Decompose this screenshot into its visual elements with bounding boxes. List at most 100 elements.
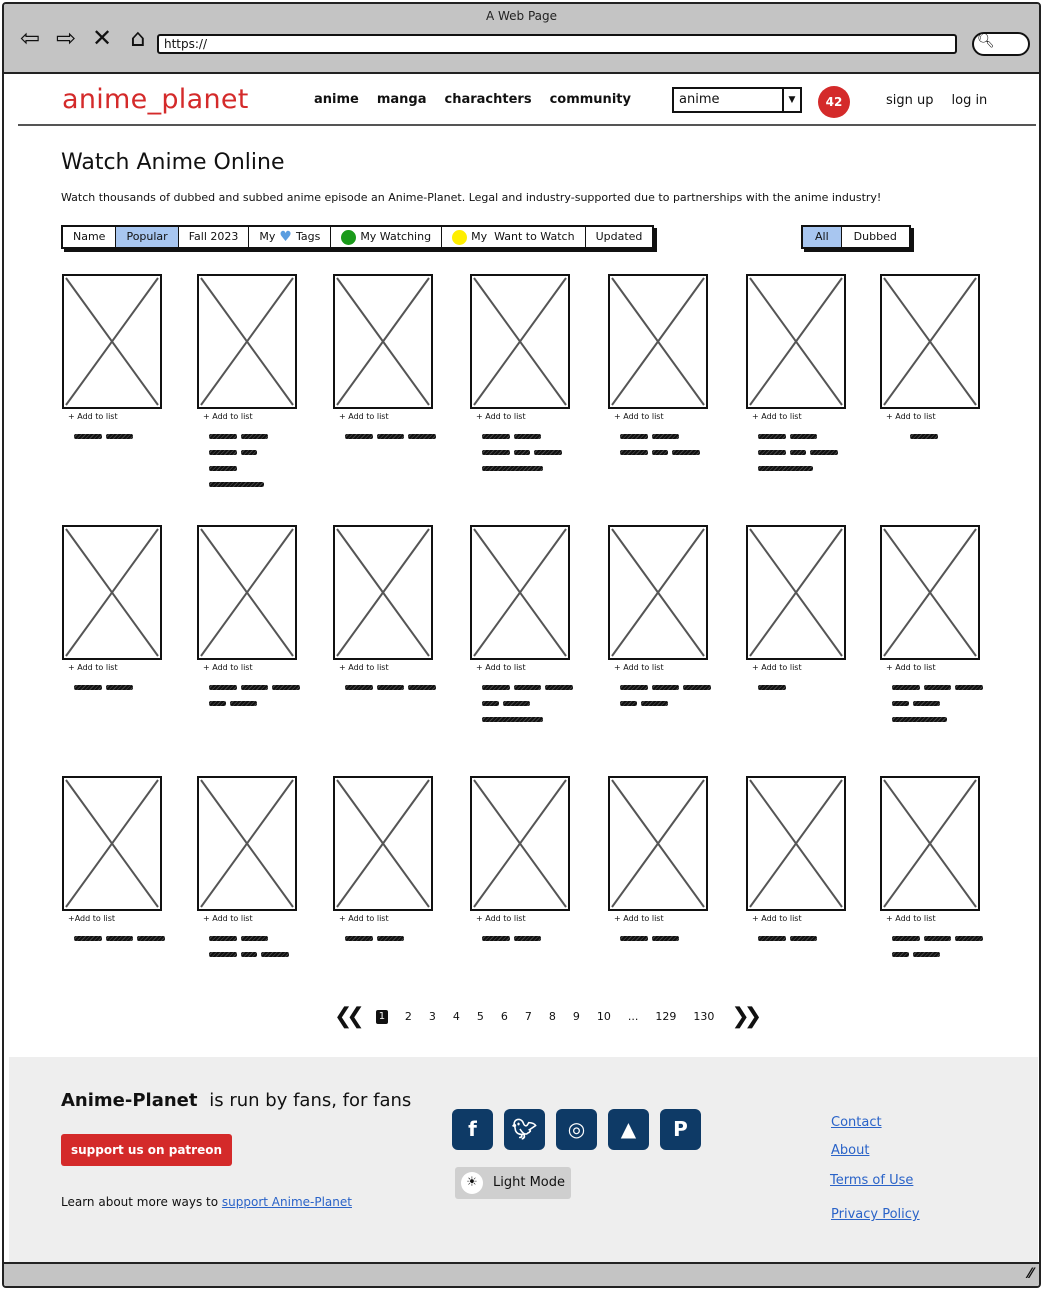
poster-image-placeholder[interactable]	[333, 776, 433, 911]
anime-card[interactable]: + Add to list	[470, 525, 573, 728]
anime-card[interactable]: + Add to list	[746, 274, 846, 477]
anime-card[interactable]: + Add to list	[197, 776, 297, 963]
add-to-list-button[interactable]: +Add to list	[62, 914, 162, 923]
poster-image-placeholder[interactable]	[470, 776, 570, 911]
nav-characters[interactable]: charachters	[445, 92, 532, 107]
anime-card[interactable]: + Add to list	[333, 776, 433, 947]
add-to-list-button[interactable]: + Add to list	[62, 663, 162, 672]
anime-card[interactable]: + Add to list	[62, 274, 162, 445]
poster-image-placeholder[interactable]	[746, 525, 846, 660]
poster-image-placeholder[interactable]	[880, 274, 980, 409]
add-to-list-button[interactable]: + Add to list	[470, 663, 570, 672]
paypal-icon[interactable]: P	[660, 1109, 701, 1150]
anime-card[interactable]: + Add to list	[62, 525, 162, 696]
add-to-list-button[interactable]: + Add to list	[746, 412, 846, 421]
privacy-link[interactable]: Privacy Policy	[831, 1207, 920, 1222]
tab-fall-2023[interactable]: Fall 2023	[179, 227, 250, 247]
support-link[interactable]: support Anime-Planet	[222, 1195, 352, 1209]
add-to-list-button[interactable]: + Add to list	[197, 914, 297, 923]
poster-image-placeholder[interactable]	[608, 274, 708, 409]
page-link[interactable]: 8	[549, 1010, 556, 1023]
page-link[interactable]: 9	[573, 1010, 580, 1023]
anime-card[interactable]: + Add to list	[333, 274, 436, 445]
poster-image-placeholder[interactable]	[197, 274, 297, 409]
poster-image-placeholder[interactable]	[746, 776, 846, 911]
anime-card[interactable]: + Add to list	[470, 776, 570, 947]
anime-card[interactable]: + Add to list	[608, 274, 708, 461]
tab-want-to-watch[interactable]: My Want to Watch	[442, 227, 586, 247]
browser-search-button[interactable]: 🔍︎	[972, 32, 1030, 56]
android-icon[interactable]: ▲	[608, 1109, 649, 1150]
contact-link[interactable]: Contact	[831, 1115, 882, 1130]
tab-my-tags[interactable]: My ♥ Tags	[249, 227, 332, 247]
about-link[interactable]: About	[831, 1143, 869, 1158]
poster-image-placeholder[interactable]	[197, 776, 297, 911]
poster-image-placeholder[interactable]	[880, 776, 980, 911]
home-icon[interactable]: ⌂	[124, 24, 152, 52]
poster-image-placeholder[interactable]	[62, 776, 162, 911]
page-link[interactable]: 5	[477, 1010, 484, 1023]
anime-card[interactable]: + Add to list	[333, 525, 436, 696]
terms-link[interactable]: Terms of Use	[830, 1173, 913, 1188]
patreon-button[interactable]: support us on patreon	[61, 1134, 232, 1166]
resize-handle-icon[interactable]: ⁄⁄	[1028, 1266, 1033, 1282]
poster-image-placeholder[interactable]	[62, 525, 162, 660]
page-link[interactable]: 6	[501, 1010, 508, 1023]
anime-card[interactable]: + Add to list	[880, 274, 980, 445]
facebook-icon[interactable]: f	[452, 1109, 493, 1150]
anime-card[interactable]: + Add to list	[880, 776, 983, 963]
add-to-list-button[interactable]: + Add to list	[333, 412, 433, 421]
page-link[interactable]: 7	[525, 1010, 532, 1023]
poster-image-placeholder[interactable]	[333, 274, 433, 409]
anime-card[interactable]: + Add to list	[880, 525, 983, 728]
page-current[interactable]: 1	[375, 1009, 388, 1024]
poster-image-placeholder[interactable]	[880, 525, 980, 660]
add-to-list-button[interactable]: + Add to list	[880, 914, 980, 923]
add-to-list-button[interactable]: + Add to list	[608, 412, 708, 421]
anime-card[interactable]: + Add to list	[197, 525, 300, 712]
page-link[interactable]: 3	[429, 1010, 436, 1023]
nav-community[interactable]: community	[550, 92, 631, 107]
add-to-list-button[interactable]: + Add to list	[470, 412, 570, 421]
nav-anime[interactable]: anime	[314, 92, 359, 107]
add-to-list-button[interactable]: + Add to list	[333, 663, 433, 672]
anime-card[interactable]: + Add to list	[470, 274, 570, 477]
toggle-all[interactable]: All	[803, 227, 842, 247]
page-link[interactable]: 4	[453, 1010, 460, 1023]
anime-card[interactable]: + Add to list	[746, 525, 846, 696]
add-to-list-button[interactable]: + Add to list	[880, 663, 980, 672]
poster-image-placeholder[interactable]	[608, 525, 708, 660]
chevron-down-icon[interactable]: ▼	[782, 89, 800, 111]
add-to-list-button[interactable]: + Add to list	[470, 914, 570, 923]
anime-card[interactable]: + Add to list	[197, 274, 297, 493]
instagram-icon[interactable]: ◎	[556, 1109, 597, 1150]
poster-image-placeholder[interactable]	[470, 525, 570, 660]
add-to-list-button[interactable]: + Add to list	[197, 663, 297, 672]
poster-image-placeholder[interactable]	[746, 274, 846, 409]
poster-image-placeholder[interactable]	[333, 525, 433, 660]
page-link[interactable]: 129	[655, 1010, 676, 1023]
poster-image-placeholder[interactable]	[608, 776, 708, 911]
add-to-list-button[interactable]: + Add to list	[62, 412, 162, 421]
page-link[interactable]: 10	[597, 1010, 611, 1023]
anime-card[interactable]: + Add to list	[746, 776, 846, 947]
poster-image-placeholder[interactable]	[197, 525, 297, 660]
double-chevron-right-icon[interactable]: ❯❯	[731, 1004, 762, 1029]
twitter-icon[interactable]: 🐦︎	[504, 1109, 545, 1150]
forward-arrow-icon[interactable]: ⇨	[52, 24, 80, 52]
double-chevron-left-icon[interactable]: ❮❮	[334, 1004, 365, 1029]
tab-name[interactable]: Name	[63, 227, 117, 247]
add-to-list-button[interactable]: + Add to list	[746, 914, 846, 923]
add-to-list-button[interactable]: + Add to list	[197, 412, 297, 421]
anime-card[interactable]: + Add to list	[608, 525, 711, 712]
tab-popular[interactable]: Popular	[116, 227, 179, 247]
add-to-list-button[interactable]: + Add to list	[608, 663, 708, 672]
nav-manga[interactable]: manga	[377, 92, 427, 107]
back-arrow-icon[interactable]: ⇦	[16, 24, 44, 52]
toggle-dubbed[interactable]: Dubbed	[842, 227, 909, 247]
page-link[interactable]: 2	[405, 1010, 412, 1023]
url-input[interactable]: https://	[157, 34, 957, 54]
notification-badge[interactable]: 42	[818, 86, 850, 118]
sign-up-link[interactable]: sign up	[886, 93, 934, 108]
anime-card[interactable]: +Add to list	[62, 776, 165, 947]
